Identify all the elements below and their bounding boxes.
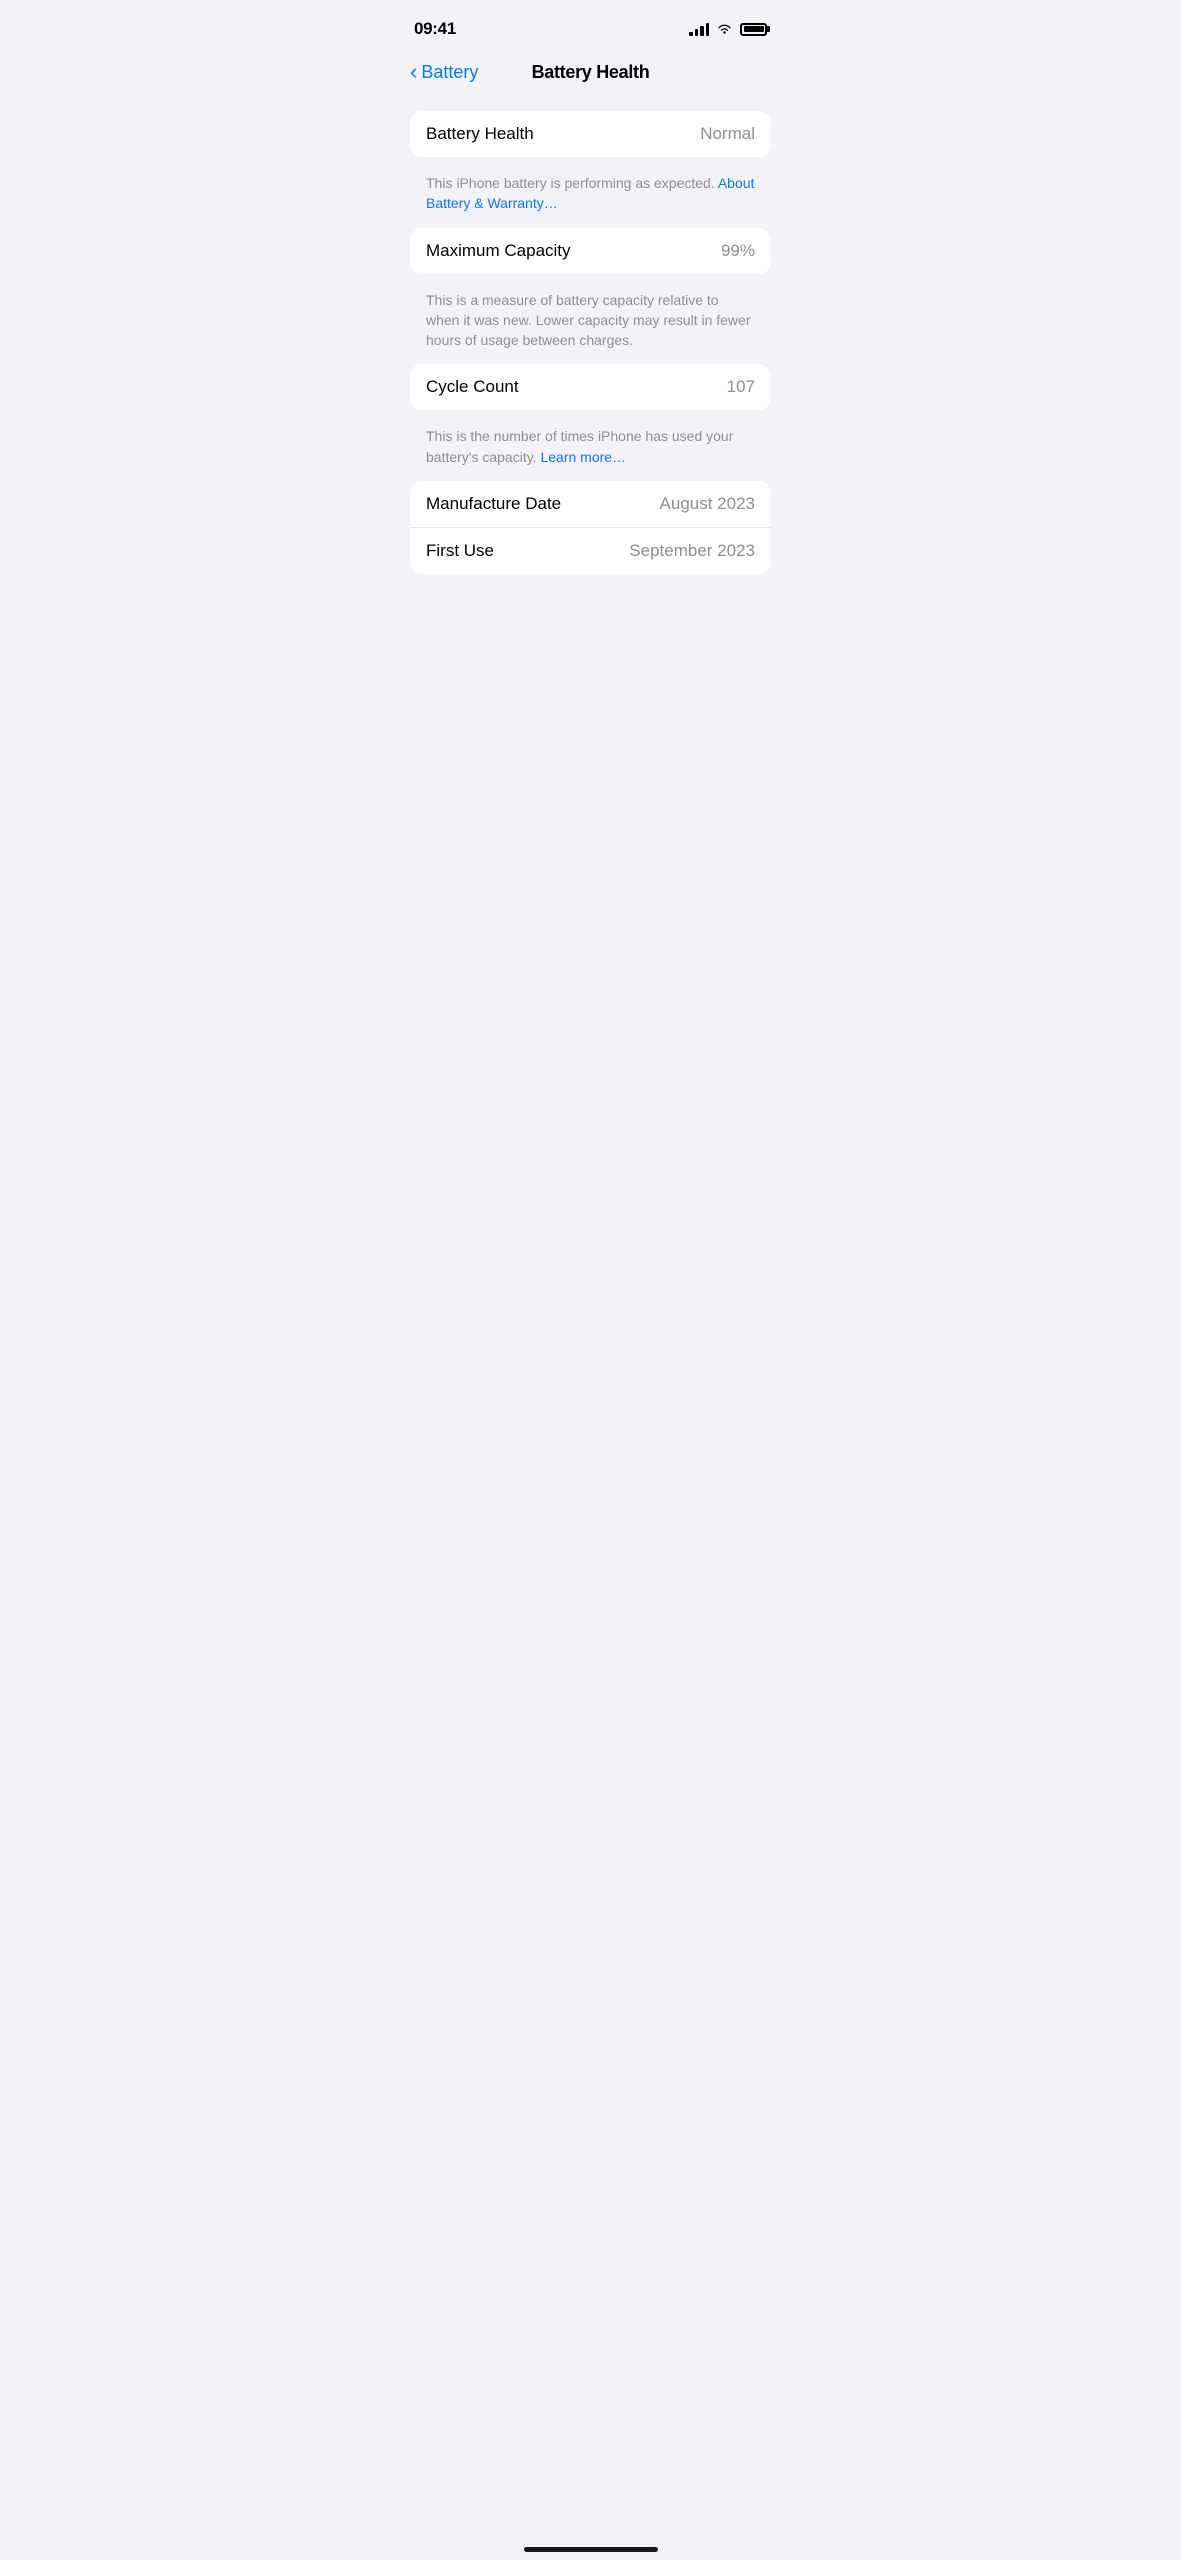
back-label: Battery <box>421 62 478 83</box>
status-time: 09:41 <box>414 19 456 39</box>
battery-icon <box>740 23 767 36</box>
maximum-capacity-row: Maximum Capacity 99% <box>410 228 771 274</box>
first-use-row: First Use September 2023 <box>410 527 771 574</box>
status-icons <box>689 22 767 36</box>
back-button[interactable]: ‹ Battery <box>410 62 478 83</box>
cycle-count-card: Cycle Count 107 <box>410 364 771 410</box>
manufacture-date-value: August 2023 <box>660 494 755 514</box>
battery-health-label: Battery Health <box>426 124 534 144</box>
battery-health-card: Battery Health Normal <box>410 111 771 157</box>
manufacture-date-row: Manufacture Date August 2023 <box>410 481 771 527</box>
cycle-count-row: Cycle Count 107 <box>410 364 771 410</box>
cycle-count-description: This is the number of times iPhone has u… <box>410 418 771 481</box>
battery-health-description: This iPhone battery is performing as exp… <box>410 165 771 228</box>
main-content: Battery Health Normal This iPhone batter… <box>394 95 787 622</box>
wifi-icon <box>716 23 733 36</box>
maximum-capacity-card: Maximum Capacity 99% <box>410 228 771 274</box>
page-title: Battery Health <box>532 62 650 83</box>
maximum-capacity-description: This is a measure of battery capacity re… <box>410 282 771 365</box>
status-bar: 09:41 <box>394 0 787 54</box>
dates-card: Manufacture Date August 2023 First Use S… <box>410 481 771 574</box>
cycle-count-label: Cycle Count <box>426 377 519 397</box>
maximum-capacity-value: 99% <box>721 241 755 261</box>
learn-more-link[interactable]: Learn more… <box>540 449 626 465</box>
battery-health-value: Normal <box>700 124 755 144</box>
home-indicator <box>524 2547 658 2552</box>
first-use-label: First Use <box>426 541 494 561</box>
manufacture-date-label: Manufacture Date <box>426 494 561 514</box>
first-use-value: September 2023 <box>629 541 755 561</box>
cycle-count-value: 107 <box>727 377 755 397</box>
nav-bar: ‹ Battery Battery Health <box>394 54 787 95</box>
chevron-left-icon: ‹ <box>410 61 417 83</box>
maximum-capacity-label: Maximum Capacity <box>426 241 571 261</box>
signal-icon <box>689 22 709 36</box>
battery-health-row: Battery Health Normal <box>410 111 771 157</box>
